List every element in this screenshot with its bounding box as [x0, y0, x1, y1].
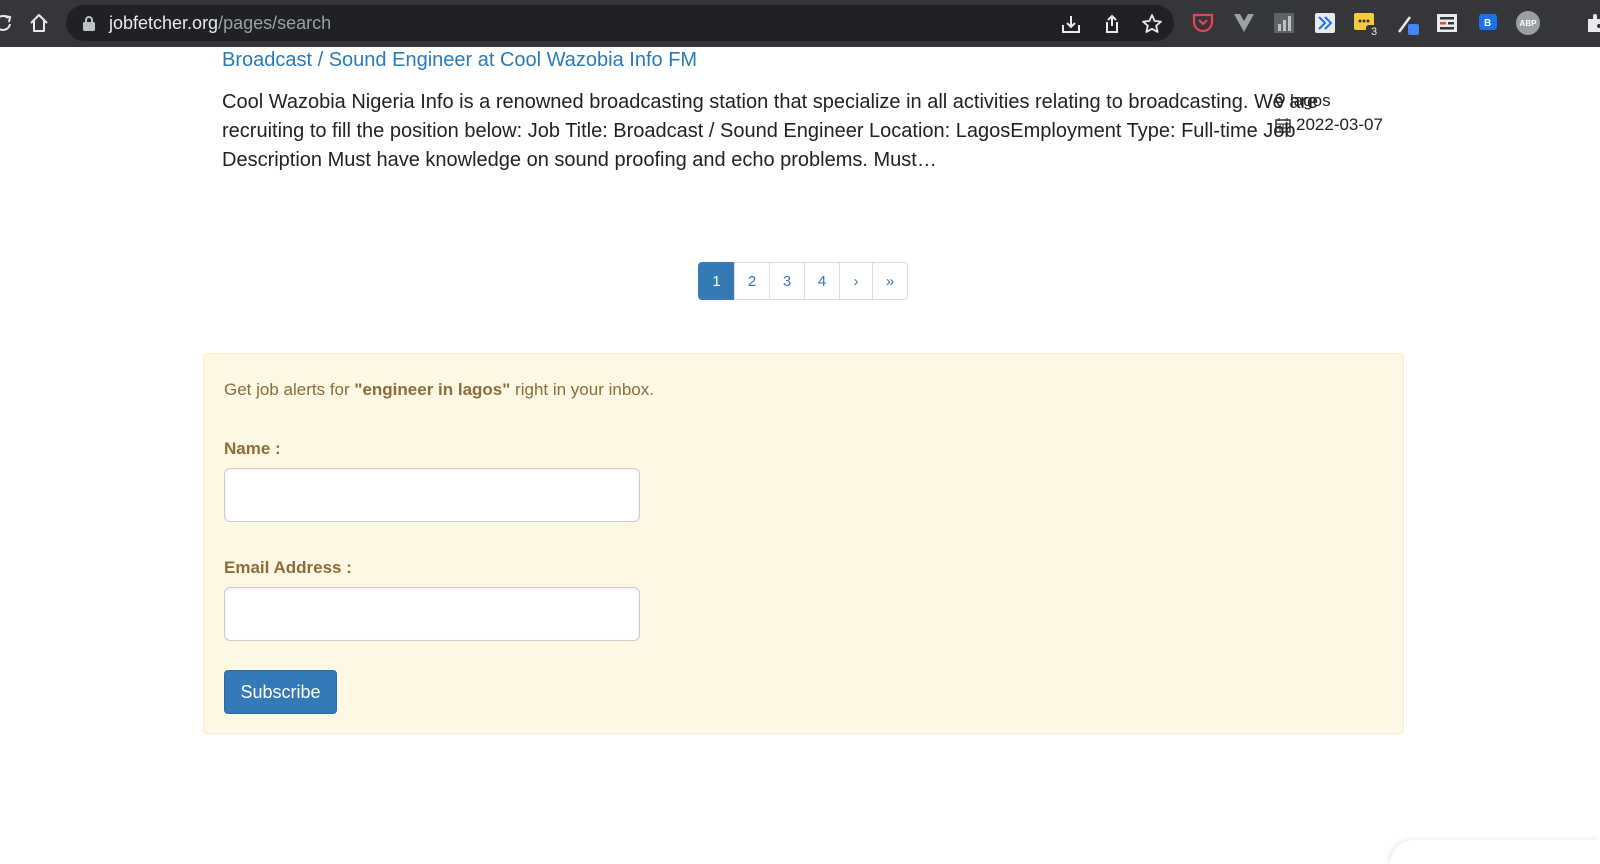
alert-prefix: Get job alerts for [224, 380, 355, 399]
name-input[interactable] [224, 468, 640, 522]
extensions-puzzle-icon[interactable] [1584, 11, 1600, 35]
translate-extension-icon[interactable]: B [1476, 11, 1500, 35]
job-location: lagos [1275, 89, 1383, 113]
name-label: Name : [224, 439, 281, 458]
extension-pattern-icon[interactable] [1313, 11, 1337, 35]
share-icon[interactable] [1101, 13, 1123, 35]
job-description: Cool Wazobia Nigeria Info is a renowned … [222, 91, 1319, 171]
reader-view-icon[interactable] [1435, 11, 1459, 35]
analytics-bars-icon[interactable] [1272, 11, 1296, 35]
browser-toolbar: jobfetcher.org/pages/search 3 B ABP [0, 0, 1600, 47]
page-1-button[interactable]: 1 [698, 262, 735, 300]
last-page-button[interactable]: » [872, 262, 908, 300]
address-bar[interactable]: jobfetcher.org/pages/search [66, 5, 1174, 41]
extension-badge: 3 [1366, 25, 1382, 40]
job-title-link[interactable]: Broadcast / Sound Engineer at Cool Wazob… [222, 48, 697, 72]
reload-icon[interactable] [0, 13, 14, 33]
url-text[interactable]: jobfetcher.org/pages/search [109, 13, 331, 33]
job-location-text: lagos [1290, 91, 1331, 110]
job-date-text: 2022-03-07 [1296, 115, 1383, 134]
install-app-icon[interactable] [1060, 13, 1082, 35]
next-page-button[interactable]: › [839, 262, 873, 300]
lock-icon[interactable] [82, 15, 96, 31]
email-input[interactable] [224, 587, 640, 641]
pocket-icon[interactable] [1191, 11, 1215, 35]
svg-text:B: B [1484, 18, 1491, 29]
notes-extension-icon[interactable]: 3 [1353, 11, 1382, 40]
map-marker-icon [1275, 93, 1285, 109]
pagination: 1 2 3 4 › » [698, 262, 908, 300]
bookmark-star-icon[interactable] [1141, 13, 1163, 35]
vuejs-devtools-icon[interactable] [1232, 11, 1256, 35]
job-alert-panel: Get job alerts for "engineer in lagos" r… [203, 353, 1404, 734]
url-domain: jobfetcher.org [109, 13, 219, 33]
adblock-plus-icon[interactable]: ABP [1516, 11, 1540, 35]
subscribe-button[interactable]: Subscribe [224, 670, 337, 714]
floating-panel-edge [1390, 840, 1600, 864]
page-3-button[interactable]: 3 [769, 262, 805, 300]
url-path: /pages/search [218, 13, 332, 33]
job-meta: lagos 2022-03-07 [1275, 89, 1383, 137]
calendar-icon [1275, 118, 1291, 133]
email-label: Email Address : [224, 558, 352, 577]
job-date: 2022-03-07 [1275, 113, 1383, 137]
page-2-button[interactable]: 2 [734, 262, 770, 300]
home-icon[interactable] [28, 12, 50, 34]
color-picker-icon[interactable] [1396, 11, 1420, 35]
job-alert-message: Get job alerts for "engineer in lagos" r… [224, 380, 654, 400]
alert-query: "engineer in lagos" [354, 380, 511, 399]
adblock-label: ABP [1519, 18, 1537, 28]
alert-suffix: right in your inbox. [510, 380, 654, 399]
page-4-button[interactable]: 4 [804, 262, 840, 300]
